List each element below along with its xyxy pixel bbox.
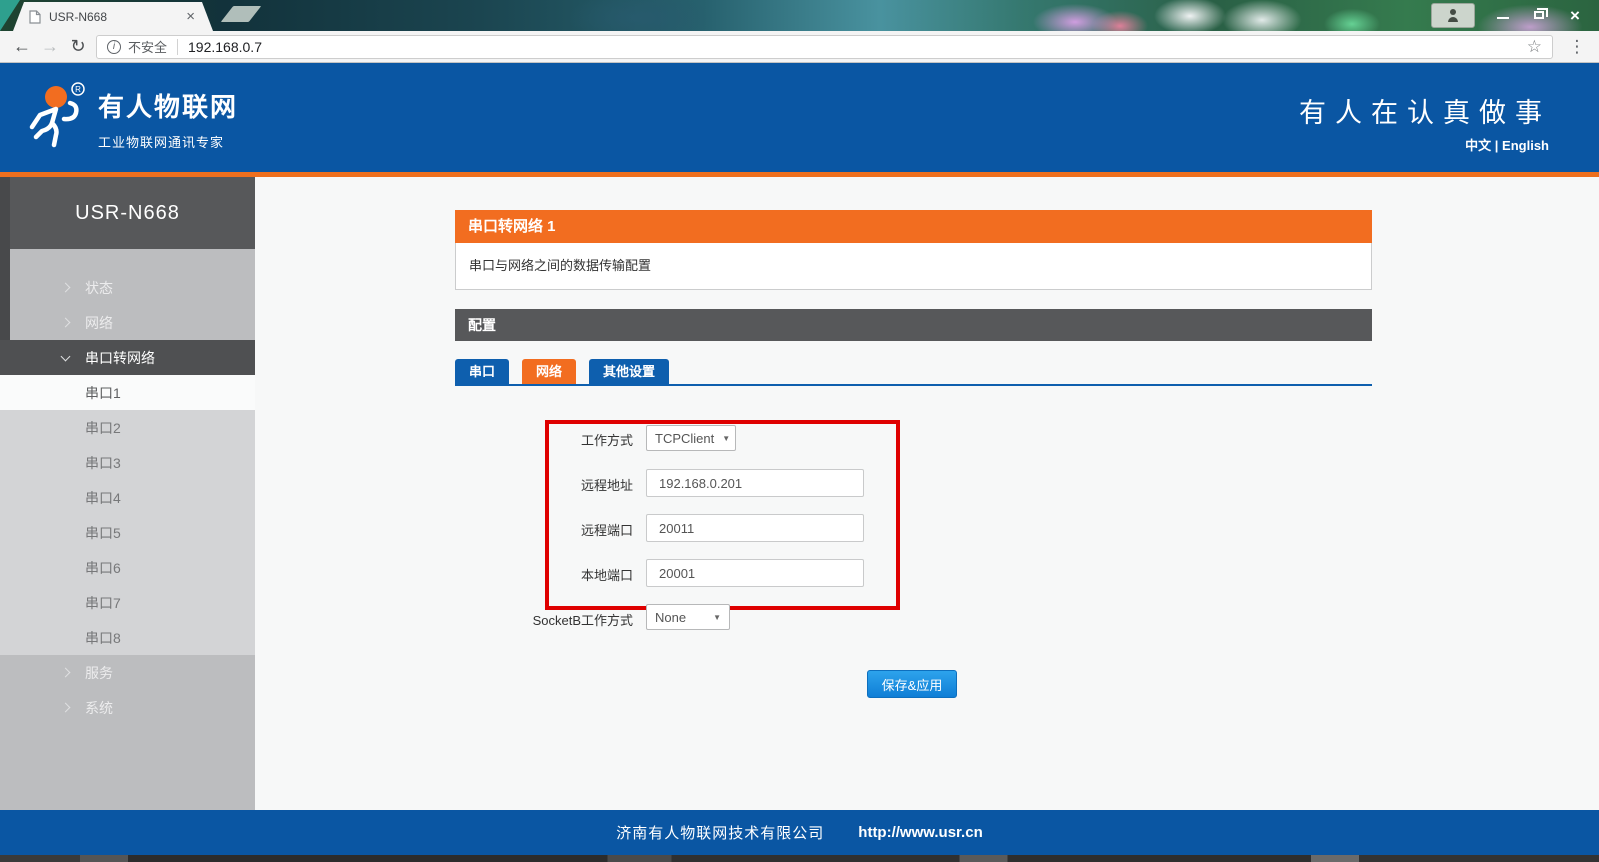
taskbar-strip	[0, 855, 1599, 862]
local-port-label: 本地端口	[383, 565, 633, 581]
tab-close-icon[interactable]: ×	[186, 9, 195, 24]
browser-tab-strip: USR-N668 × ×	[0, 0, 1599, 31]
site-footer: 济南有人物联网技术有限公司 http://www.usr.cn	[0, 810, 1599, 855]
minimize-button[interactable]	[1485, 2, 1521, 28]
chevron-down-icon	[61, 352, 71, 362]
sidebar-item-serial8[interactable]: 串口8	[0, 620, 255, 655]
lang-en-link[interactable]: English	[1502, 138, 1549, 153]
address-divider	[177, 39, 178, 55]
sidebar-item-serial4[interactable]: 串口4	[0, 480, 255, 515]
language-switcher: 中文 | English	[1465, 135, 1549, 154]
work-mode-select[interactable]: TCPClient ▼	[646, 425, 736, 451]
browser-tab[interactable]: USR-N668 ×	[13, 2, 213, 31]
lang-zh-link[interactable]: 中文	[1465, 138, 1491, 153]
socketb-mode-value: None	[655, 610, 686, 625]
profile-button[interactable]	[1431, 3, 1475, 28]
tab-title: USR-N668	[49, 10, 186, 24]
brand-tagline: 工业物联网通讯专家	[98, 132, 238, 151]
info-icon[interactable]: i	[107, 40, 121, 54]
close-icon: ×	[1570, 7, 1580, 24]
brand-block: 有人物联网 工业物联网通讯专家	[98, 87, 238, 151]
back-button[interactable]: ←	[8, 36, 36, 57]
chevron-right-icon	[61, 283, 71, 293]
address-bar[interactable]: i 不安全 192.168.0.7 ☆	[96, 35, 1553, 59]
lang-divider: |	[1495, 138, 1499, 153]
page-icon	[29, 10, 41, 24]
usr-logo-icon: R	[26, 81, 92, 151]
site-header: R 有人物联网 工业物联网通讯专家 有人在认真做事 中文 | English	[0, 63, 1599, 172]
security-label: 不安全	[128, 37, 167, 56]
sidebar-item-services[interactable]: 服务	[0, 655, 255, 690]
url-text[interactable]: 192.168.0.7	[188, 39, 262, 55]
sidebar-item-serial5[interactable]: 串口5	[0, 515, 255, 550]
config-tabs: 串口 网络 其他设置	[455, 359, 1372, 386]
tab-other-settings[interactable]: 其他设置	[589, 359, 669, 384]
minimize-icon	[1497, 11, 1509, 19]
browser-menu-icon[interactable]: ⋮	[1563, 37, 1591, 57]
header-slogan: 有人在认真做事	[1299, 91, 1551, 130]
device-model-title: USR-N668	[0, 177, 255, 249]
close-button[interactable]: ×	[1557, 2, 1593, 28]
footer-company: 济南有人物联网技术有限公司	[616, 822, 824, 843]
brand-name: 有人物联网	[98, 87, 238, 124]
page-title: 串口转网络 1	[455, 210, 1372, 243]
window-controls: ×	[1431, 1, 1593, 29]
footer-website-link[interactable]: http://www.usr.cn	[858, 824, 982, 841]
tab-serial[interactable]: 串口	[455, 359, 509, 384]
sidebar-item-serial3[interactable]: 串口3	[0, 445, 255, 480]
person-icon	[1448, 17, 1458, 22]
save-apply-button[interactable]: 保存&应用	[867, 670, 957, 698]
socketb-mode-select[interactable]: None ▼	[646, 604, 730, 630]
new-tab-button[interactable]	[221, 6, 262, 22]
local-port-input[interactable]	[646, 559, 864, 587]
chevron-right-icon	[61, 703, 71, 713]
maximize-icon	[1534, 11, 1544, 19]
remote-port-input[interactable]	[646, 514, 864, 542]
select-arrow-icon: ▼	[713, 613, 721, 622]
sidebar-item-serial6[interactable]: 串口6	[0, 550, 255, 585]
remote-port-label: 远程端口	[383, 520, 633, 536]
content-panel: 串口转网络 1 串口与网络之间的数据传输配置 配置 串口 网络 其他设置	[455, 210, 1372, 386]
config-section-title: 配置	[455, 309, 1372, 341]
select-arrow-icon: ▼	[722, 434, 730, 443]
tab-network[interactable]: 网络	[522, 359, 576, 384]
forward-button[interactable]: →	[36, 36, 64, 57]
sidebar: USR-N668 状态 网络 串口转网络 串口1 串口2 串口3 串口4 串口5	[0, 177, 255, 810]
chevron-right-icon	[61, 318, 71, 328]
sidebar-menu: 状态 网络 串口转网络 串口1 串口2 串口3 串口4 串口5 串口6 串口7	[0, 249, 255, 725]
maximize-button[interactable]	[1521, 2, 1557, 28]
chevron-right-icon	[61, 668, 71, 678]
sidebar-item-serial1[interactable]: 串口1	[0, 375, 255, 410]
sidebar-item-serial2[interactable]: 串口2	[0, 410, 255, 445]
page-description: 串口与网络之间的数据传输配置	[455, 243, 1372, 290]
browser-toolbar: ← → ↻ i 不安全 192.168.0.7 ☆ ⋮	[0, 31, 1599, 63]
bookmark-star-icon[interactable]: ☆	[1527, 37, 1542, 57]
remote-addr-input[interactable]	[646, 469, 864, 497]
sidebar-item-system[interactable]: 系统	[0, 690, 255, 725]
svg-text:R: R	[75, 85, 81, 94]
sidebar-item-status[interactable]: 状态	[0, 270, 255, 305]
reload-button[interactable]: ↻	[64, 36, 92, 57]
work-mode-value: TCPClient	[655, 431, 714, 446]
remote-addr-label: 远程地址	[383, 475, 633, 491]
sidebar-item-serial-to-network[interactable]: 串口转网络	[0, 340, 255, 375]
socketb-mode-label: SocketB工作方式	[383, 610, 633, 626]
main-content: 串口转网络 1 串口与网络之间的数据传输配置 配置 串口 网络 其他设置 工作方…	[255, 177, 1599, 810]
sidebar-item-serial7[interactable]: 串口7	[0, 585, 255, 620]
work-mode-label: 工作方式	[383, 430, 633, 446]
sidebar-item-network[interactable]: 网络	[0, 305, 255, 340]
